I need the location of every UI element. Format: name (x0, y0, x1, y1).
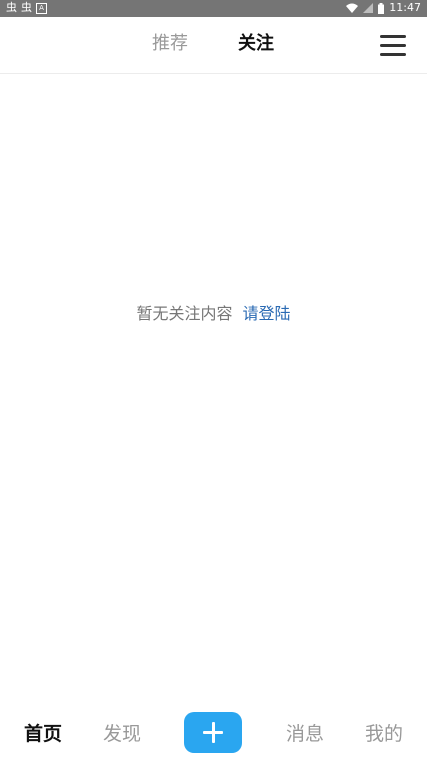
wifi-icon (346, 3, 359, 13)
nav-messages[interactable]: 消息 (286, 722, 324, 746)
nav-home[interactable]: 首页 (24, 722, 62, 746)
status-left: 虫 虫 A (6, 1, 47, 15)
bottom-nav: 首页 发现 消息 我的 (0, 704, 427, 760)
bug-icon: 虫 (6, 1, 17, 14)
empty-state: 暂无关注内容 请登陆 (0, 302, 427, 326)
signal-icon (363, 3, 374, 13)
status-time: 11:47 (389, 1, 421, 14)
a-icon: A (36, 2, 47, 14)
battery-icon (378, 2, 385, 14)
tab-recommend[interactable]: 推荐 (152, 33, 188, 55)
nav-mine[interactable]: 我的 (365, 722, 403, 746)
empty-message: 暂无关注内容 (136, 304, 233, 323)
status-right: 11:47 (346, 1, 421, 15)
bug-icon: 虫 (21, 1, 32, 14)
menu-icon[interactable] (380, 35, 406, 57)
login-link[interactable]: 请登陆 (243, 304, 291, 323)
status-bar: 虫 虫 A 11:47 (0, 0, 427, 17)
nav-discover[interactable]: 发现 (103, 722, 141, 746)
tab-following[interactable]: 关注 (238, 33, 274, 55)
top-bar: 推荐 关注 (0, 17, 427, 74)
add-button[interactable] (184, 712, 242, 753)
